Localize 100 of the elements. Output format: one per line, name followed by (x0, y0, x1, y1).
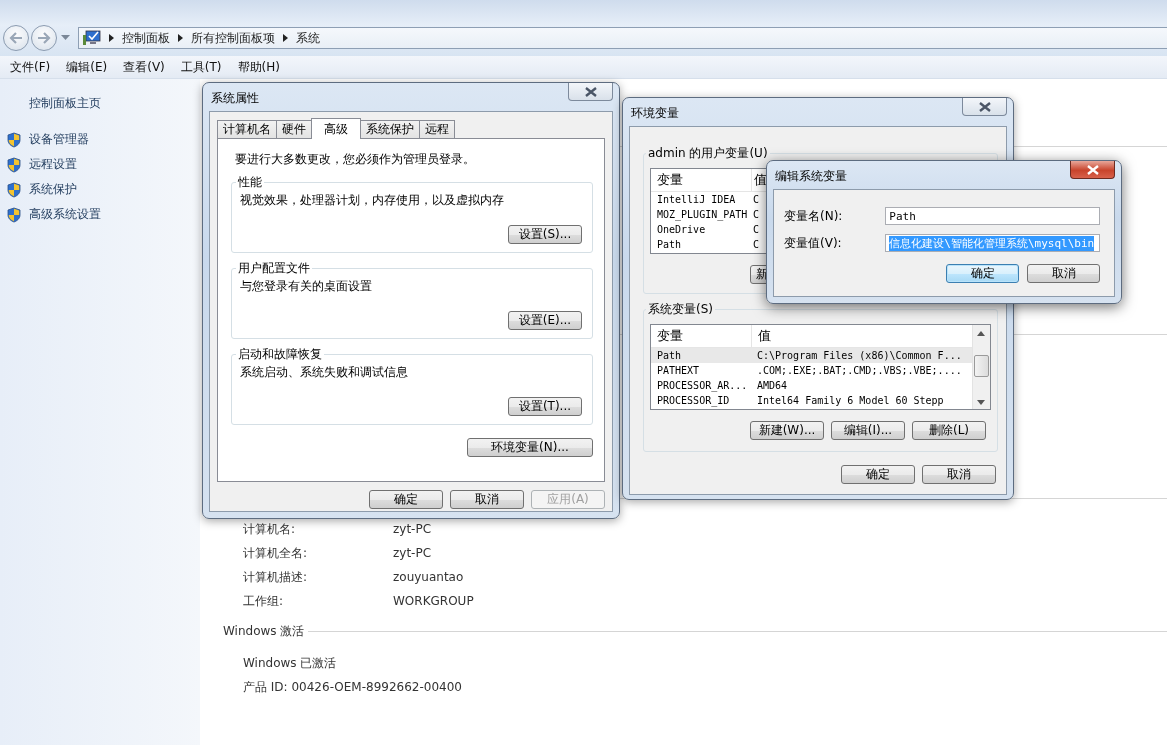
menu-item[interactable]: 帮助(H) (237, 58, 280, 76)
table-cell-text: OneDrive (656, 223, 707, 236)
scrollbar[interactable] (972, 325, 990, 409)
shield-icon (6, 206, 22, 223)
group-title: admin 的用户变量(U) (647, 145, 769, 161)
info-label: 计算机全名: (243, 544, 309, 562)
info-value: zyt-PC (393, 522, 432, 536)
separator-arrow-icon (283, 34, 288, 42)
tab[interactable]: 远程 (419, 120, 455, 138)
sidebar-link[interactable]: 高级系统设置 (29, 206, 101, 223)
table-cell-text: C (752, 193, 760, 206)
group-title: 系统变量(S) (647, 301, 714, 317)
group-title: 性能 (237, 174, 263, 190)
tab[interactable]: 高级 (311, 118, 361, 139)
table-cell-text: C (752, 208, 760, 221)
table-cell-text: Path (656, 349, 683, 362)
dialog-button[interactable]: 编辑(I)... (831, 421, 905, 440)
menu-item[interactable]: 查看(V) (123, 58, 165, 76)
name-field[interactable]: Path (885, 207, 1100, 225)
table-cell-text: .COM;.EXE;.BAT;.CMD;.VBS;.VBE;.... (756, 364, 962, 377)
close-icon (977, 101, 992, 112)
down-arrow-icon (977, 400, 985, 405)
close-button[interactable] (568, 83, 613, 101)
table-cell-text: Path (656, 238, 683, 251)
table-cell-text: AMD64 (756, 379, 788, 392)
window-title: 系统属性 (210, 90, 259, 107)
field-label: 变量名(N): (784, 207, 844, 225)
table-cell-text: PATHEXT (656, 364, 701, 377)
info-label: 计算机名: (243, 520, 297, 538)
sidebar-link[interactable]: 设备管理器 (29, 131, 89, 148)
breadcrumb-item[interactable]: 系统 (296, 29, 320, 47)
close-button[interactable] (1070, 161, 1115, 179)
dialog-button[interactable]: 确定 (946, 264, 1019, 283)
column-header[interactable]: 变量 (651, 327, 751, 345)
menu-item[interactable]: 工具(T) (180, 58, 222, 76)
group-title: 启动和故障恢复 (237, 346, 323, 362)
dialog-button[interactable]: 取消 (922, 465, 996, 484)
shield-icon (6, 181, 22, 198)
environment-variables-button[interactable]: 环境变量(N)... (467, 438, 593, 457)
table-row[interactable]: PATHEXT .COM;.EXE;.BAT;.CMD;.VBS;.VBE;.... (651, 363, 973, 378)
address-bar[interactable]: 控制面板 所有控制面板项 系统 (78, 27, 1167, 49)
menu-item[interactable]: 文件(F) (10, 58, 51, 76)
close-icon (583, 86, 598, 97)
section-heading: Windows 激活 (223, 622, 305, 640)
table-cell-text: MOZ_PLUGIN_PATH (656, 208, 749, 221)
group-title: 用户配置文件 (237, 260, 311, 276)
table-cell-text: C (752, 223, 760, 236)
dropdown-caret-icon[interactable] (61, 35, 70, 40)
dialog-button[interactable]: 删除(L) (912, 421, 986, 440)
computer-icon (83, 30, 101, 46)
back-arrow-icon (9, 32, 23, 44)
field-label: 变量值(V): (784, 234, 843, 252)
table-row[interactable]: Path C:\Program Files (x86)\Common F... (651, 348, 973, 363)
up-arrow-icon (977, 331, 985, 336)
separator-arrow-icon (109, 34, 114, 42)
dialog-button[interactable]: 取消 (1027, 264, 1100, 283)
shield-icon (6, 156, 22, 173)
table-row[interactable]: PROCESSOR_AR... AMD64 (651, 378, 973, 393)
column-header[interactable]: 变量 (651, 171, 751, 189)
table-cell-text: C:\Program Files (x86)\Common F... (756, 349, 962, 362)
column-header[interactable]: 值 (751, 325, 771, 347)
tab[interactable]: 计算机名 (217, 120, 277, 138)
settings-button[interactable]: 设置(T)... (508, 397, 582, 416)
table-cell-text: PROCESSOR_AR... (656, 379, 749, 392)
scroll-thumb[interactable] (974, 355, 989, 377)
info-value: zouyuantao (393, 570, 464, 584)
settings-button[interactable]: 设置(E)... (508, 311, 582, 330)
sidebar-link[interactable]: 远程设置 (29, 156, 77, 173)
menu-item[interactable]: 编辑(E) (66, 58, 108, 76)
tab[interactable]: 硬件 (276, 120, 312, 138)
forward-arrow-icon (37, 32, 51, 44)
info-label: 计算机描述: (243, 568, 309, 586)
tab[interactable]: 系统保护 (360, 120, 420, 138)
window-title: 编辑系统变量 (774, 168, 847, 185)
dialog-button[interactable]: 取消 (450, 490, 524, 509)
close-button[interactable] (962, 98, 1007, 116)
info-value: zyt-PC (393, 546, 432, 560)
sidebar-link[interactable]: 控制面板主页 (0, 95, 200, 111)
info-value: WORKGROUP (393, 594, 474, 608)
table-row[interactable]: PROCESSOR_ID Intel64 Family 6 Model 60 Stepp (651, 393, 973, 408)
activation-status: Windows 已激活 (243, 654, 337, 672)
separator-arrow-icon (178, 34, 183, 42)
table-cell-text: C (752, 238, 760, 251)
dialog-button[interactable]: 确定 (841, 465, 915, 484)
breadcrumb-item[interactable]: 所有控制面板项 (191, 29, 275, 47)
close-icon (1085, 164, 1100, 175)
group-description: 视觉效果，处理器计划，内存使用，以及虚拟内存 (240, 192, 505, 209)
product-id: 产品 ID: 00426-OEM-8992662-00400 (243, 678, 462, 696)
group-description: 与您登录有关的桌面设置 (240, 278, 373, 295)
group-description: 系统启动、系统失败和调试信息 (240, 364, 409, 381)
table-cell-text: Intel64 Family 6 Model 60 Stepp (756, 394, 944, 407)
settings-button[interactable]: 设置(S)... (508, 225, 582, 244)
notice-text: 要进行大多数更改，您必须作为管理员登录。 (234, 151, 476, 168)
shield-icon (6, 131, 22, 148)
dialog-button[interactable]: 确定 (369, 490, 443, 509)
dialog-button[interactable]: 新建(W)... (750, 421, 824, 440)
window-title: 环境变量 (630, 105, 679, 122)
breadcrumb-item[interactable]: 控制面板 (122, 29, 170, 47)
sidebar-link[interactable]: 系统保护 (29, 181, 77, 198)
table-cell-text: PROCESSOR_ID (656, 394, 731, 407)
